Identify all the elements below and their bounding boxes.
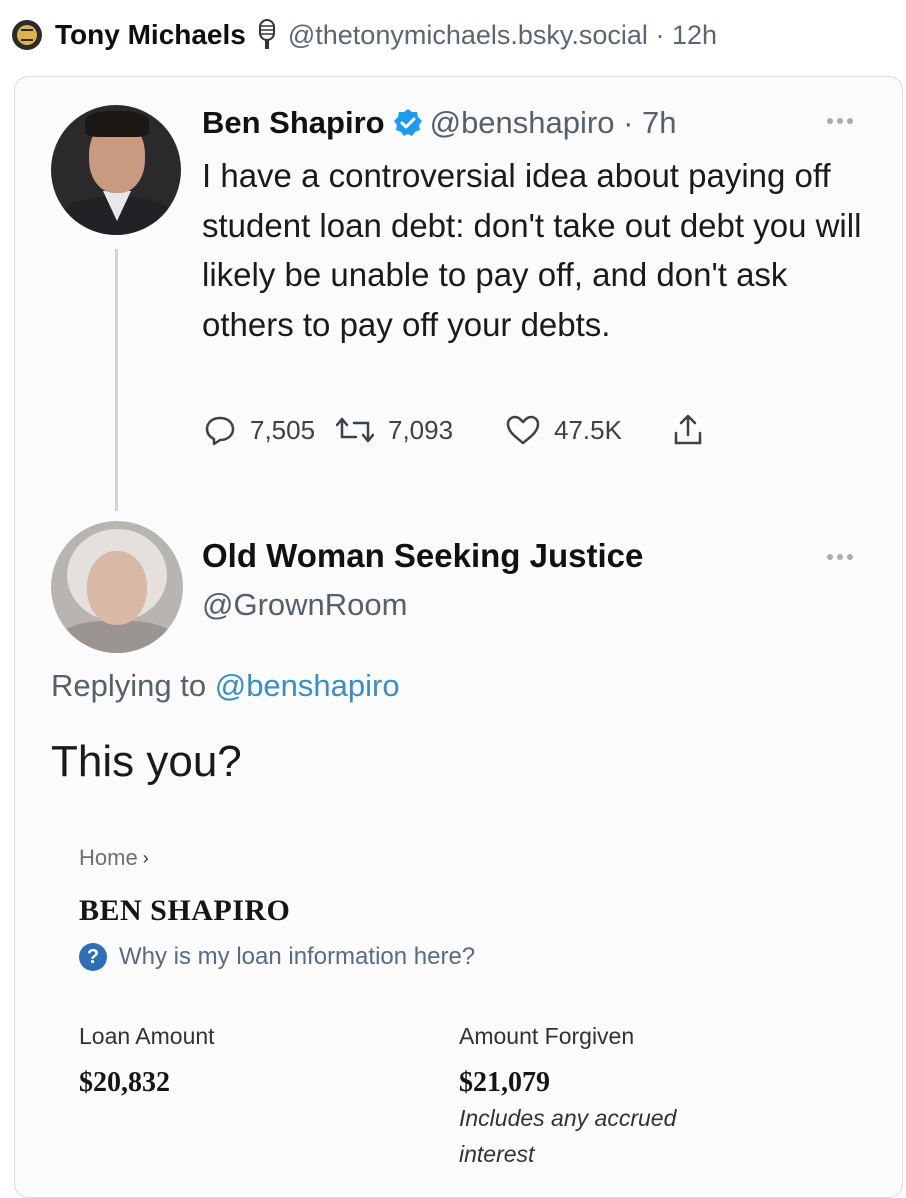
reply-author-name: Old Woman Seeking Justice	[202, 537, 644, 574]
reply-author-handle: @GrownRoom	[202, 587, 408, 622]
more-options-icon	[825, 549, 855, 567]
post-header: Tony Michaels @thetonymichaels.bsky.soci…	[12, 14, 717, 56]
reply-count: 7,505	[250, 414, 316, 445]
verified-badge-icon	[393, 108, 423, 138]
post-age: 12h	[671, 19, 718, 50]
tweet-author-handle: @benshapiro · 7h	[429, 105, 677, 140]
forgiven-note: Includes any accrued	[459, 1105, 677, 1131]
breadcrumb-home: Home	[79, 845, 138, 870]
reply-text: This you?	[51, 737, 242, 786]
old-woman-avatar	[51, 521, 183, 653]
tweet-author-name: Ben Shapiro	[202, 105, 385, 140]
borrower-name: BEN SHAPIRO	[79, 894, 291, 927]
more-options-icon	[825, 113, 855, 131]
author-avatar[interactable]	[12, 20, 42, 50]
ben-shapiro-avatar	[51, 105, 181, 235]
amount-forgiven-label: Amount Forgiven	[459, 1023, 635, 1049]
like-action: 47.5K	[506, 415, 672, 446]
reply-action: 7,505	[204, 414, 336, 446]
loan-info-help: ? Why is my loan information here?	[79, 943, 475, 971]
author-handle[interactable]: @thetonymichaels.bsky.social · 12h	[288, 20, 717, 51]
tweet-header: Ben Shapiro @benshapiro · 7h	[202, 105, 677, 141]
forgiven-note-cut: interest	[459, 1141, 535, 1167]
chevron-right-icon: ›	[142, 847, 149, 868]
microphone-icon	[256, 19, 278, 51]
thread-line	[115, 249, 118, 511]
embedded-image[interactable]: Ben Shapiro @benshapiro · 7h I have a co…	[14, 76, 903, 1198]
share-action	[672, 413, 718, 447]
like-count: 47.5K	[554, 414, 622, 445]
replying-to-line: Replying to @benshapiro	[51, 668, 400, 703]
help-text: Why is my loan information here?	[119, 943, 476, 970]
breadcrumb: Home ›	[79, 845, 149, 871]
amount-forgiven-value: $21,079	[459, 1067, 550, 1098]
retweet-count: 7,093	[388, 414, 454, 445]
reply-icon	[205, 416, 235, 446]
retweet-icon	[336, 417, 374, 443]
question-icon: ?	[79, 943, 107, 971]
replying-to-handle: @benshapiro	[214, 668, 400, 703]
tweet-text: I have a controversial idea about paying…	[202, 157, 862, 343]
retweet-action: 7,093	[336, 415, 506, 446]
heart-icon	[506, 415, 540, 445]
avatar-logo-icon	[17, 25, 37, 45]
share-icon	[674, 414, 702, 445]
loan-amount-label: Loan Amount	[79, 1023, 215, 1049]
author-name[interactable]: Tony Michaels	[55, 19, 246, 51]
tweet-actions: 7,505 7,093 47.5K	[204, 413, 718, 447]
loan-amount-value: $20,832	[79, 1067, 170, 1098]
